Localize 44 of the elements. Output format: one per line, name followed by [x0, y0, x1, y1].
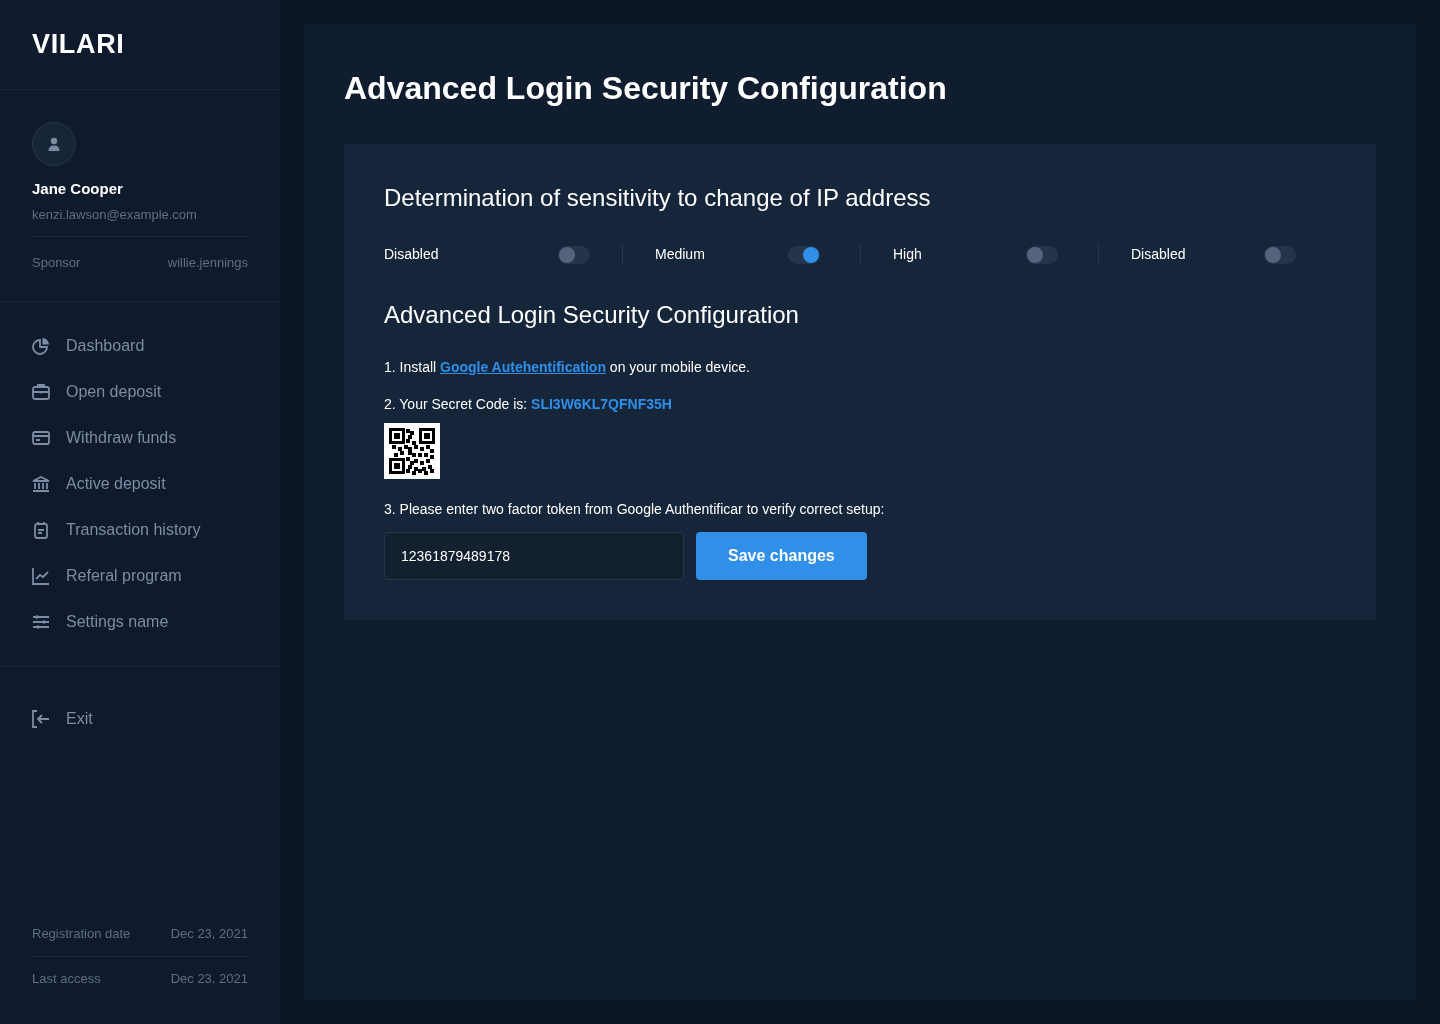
option-label: Disabled [384, 245, 439, 264]
sponsor-name: willie.jennings [167, 254, 248, 272]
sponsor-label: Sponsor [32, 254, 81, 272]
nav-item[interactable]: Open deposit [32, 379, 248, 404]
save-button[interactable]: Save changes [696, 532, 867, 580]
nav-item[interactable]: Withdraw funds [32, 425, 248, 450]
meta-value: Dec 23, 2021 [170, 969, 248, 988]
toggle-switch[interactable] [558, 245, 590, 264]
option-label: High [893, 245, 922, 264]
line-chart-icon [32, 566, 50, 585]
clipboard-icon [32, 520, 50, 539]
user-name: Jane Cooper [32, 179, 124, 199]
pie-chart-icon [32, 336, 50, 355]
instruction-text: 3. Please enter two factor token from Google Authentificar to verify correct setup: [384, 500, 886, 519]
option-label: Medium [655, 245, 705, 264]
nav-item[interactable]: Dashboard [32, 333, 248, 358]
page-title: Advanced Login Security Configuration [344, 69, 948, 108]
app-link[interactable]: Google Autehentification [440, 359, 606, 375]
nav-item[interactable]: Transaction history [32, 517, 248, 542]
toggle-switch[interactable] [1026, 245, 1058, 264]
exit-link[interactable]: Exit [32, 706, 248, 731]
credit-card-icon [32, 428, 50, 447]
briefcase-icon [32, 382, 50, 401]
sliders-icon [32, 612, 50, 631]
logo: VILARI [32, 29, 125, 59]
meta-value: Dec 23, 2021 [170, 925, 248, 943]
nav-item[interactable]: Referal program [32, 563, 248, 588]
instruction-text: 1. Install Google Autehentification on your mobile device. [384, 358, 751, 377]
user-email: kenzi.lawson@example.com [32, 204, 248, 237]
toggle-switch[interactable] [1264, 245, 1296, 264]
meta-label: Last access [32, 969, 101, 988]
token-input[interactable]: 12361879489178 [384, 532, 684, 580]
section-title: Determination of sensitivity to change of IP address [384, 183, 932, 213]
qr-code-drawing [384, 423, 440, 479]
toggle-switch[interactable] [788, 245, 820, 264]
exit-icon [32, 709, 50, 728]
meta-label: Registration date [32, 925, 131, 943]
bank-icon [32, 474, 50, 493]
instruction-text: 2. Your Secret Code is: SLI3W6KL7QFNF35H [384, 395, 673, 414]
nav-item[interactable]: Settings name [32, 609, 248, 634]
nav-item[interactable]: Active deposit [32, 471, 248, 496]
section-title: Advanced Login Security Configuration [384, 300, 800, 330]
user-icon [48, 137, 60, 151]
option-label: Disabled [1131, 245, 1186, 264]
